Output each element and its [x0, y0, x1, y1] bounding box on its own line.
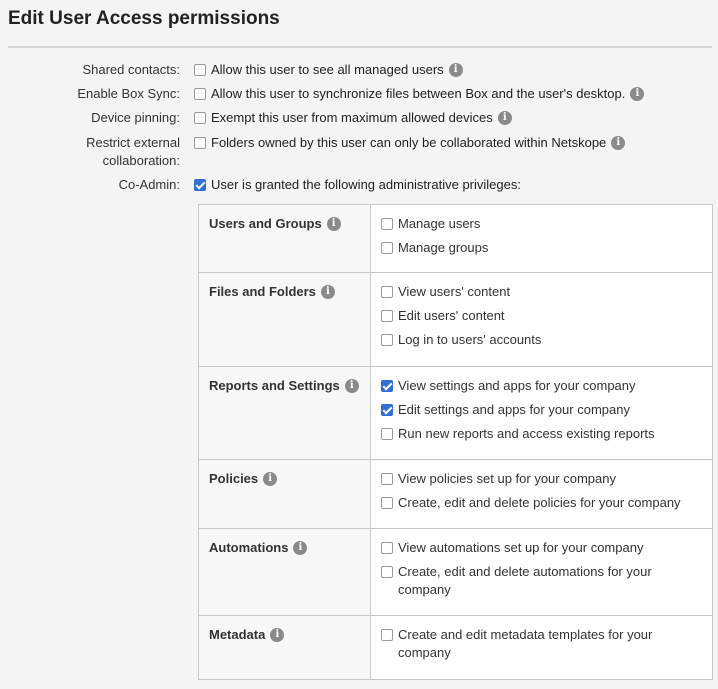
restrict-collab-label-line2: collaboration:: [102, 153, 180, 168]
view-automations-checkbox[interactable]: [381, 542, 393, 554]
login-users-accounts-checkbox[interactable]: [381, 334, 393, 346]
privilege-option: Run new reports and access existing repo…: [381, 425, 702, 443]
restrict-collab-control: Folders owned by this user can only be c…: [194, 134, 714, 152]
option-label: Manage groups: [398, 240, 489, 255]
option-label: Edit settings and apps for your company: [398, 402, 630, 417]
option-label: Manage users: [398, 216, 481, 231]
info-icon[interactable]: i: [448, 63, 463, 77]
device-pinning-checkbox[interactable]: [194, 112, 206, 124]
box-sync-label: Enable Box Sync:: [77, 86, 180, 101]
privilege-row-policies: Policies i View policies set up for your…: [198, 459, 713, 529]
manage-automations-checkbox[interactable]: [381, 566, 393, 578]
privilege-option: Create, edit and delete automations for …: [381, 563, 702, 599]
manage-users-checkbox[interactable]: [381, 218, 393, 230]
box-sync-text: Allow this user to synchronize files bet…: [211, 86, 626, 101]
restrict-collab-label: Restrict external collaboration:: [0, 134, 180, 170]
shared-contacts-checkbox[interactable]: [194, 64, 206, 76]
privilege-option: Edit settings and apps for your company: [381, 401, 702, 419]
info-icon[interactable]: i: [344, 379, 359, 393]
device-pinning-control: Exempt this user from maximum allowed de…: [194, 109, 714, 127]
metadata-title: Metadata: [209, 627, 266, 642]
info-icon[interactable]: i: [263, 472, 278, 486]
privilege-options-cell: View policies set up for your company Cr…: [370, 459, 713, 529]
device-pinning-text: Exempt this user from maximum allowed de…: [211, 110, 493, 125]
privilege-option: Manage groups: [381, 239, 702, 257]
option-label: Create and edit metadata templates for y…: [398, 627, 653, 660]
reports-settings-title: Reports and Settings: [209, 378, 340, 393]
privilege-option: Edit users' content: [381, 307, 702, 325]
privilege-option: View users' content: [381, 283, 702, 301]
edit-settings-checkbox[interactable]: [381, 404, 393, 416]
shared-contacts-control: Allow this user to see all managed users…: [194, 61, 714, 79]
files-folders-title: Files and Folders: [209, 284, 316, 299]
privilege-row-reports-settings: Reports and Settings i View settings and…: [198, 366, 713, 460]
manage-policies-checkbox[interactable]: [381, 497, 393, 509]
edit-users-content-checkbox[interactable]: [381, 310, 393, 322]
privilege-row-automations: Automations i View automations set up fo…: [198, 528, 713, 616]
option-label: View settings and apps for your company: [398, 378, 636, 393]
privilege-option: Create, edit and delete policies for you…: [381, 494, 702, 512]
option-label: Create, edit and delete policies for you…: [398, 495, 681, 510]
privilege-option: View automations set up for your company: [381, 539, 702, 557]
metadata-templates-checkbox[interactable]: [381, 629, 393, 641]
run-reports-checkbox[interactable]: [381, 428, 393, 440]
restrict-collab-text: Folders owned by this user can only be c…: [211, 135, 607, 150]
privilege-category-cell: Automations i: [198, 528, 371, 616]
shared-contacts-text: Allow this user to see all managed users: [211, 62, 444, 77]
co-admin-text: User is granted the following administra…: [211, 177, 521, 192]
privilege-options-cell: View settings and apps for your company …: [370, 366, 713, 460]
policies-title: Policies: [209, 471, 259, 486]
title-divider: [8, 46, 712, 48]
option-label: View users' content: [398, 284, 511, 299]
privilege-row-files-folders: Files and Folders i View users' content …: [198, 272, 713, 367]
option-label: Log in to users' accounts: [398, 332, 542, 347]
privilege-options-cell: View automations set up for your company…: [370, 528, 713, 616]
permissions-page: Edit User Access permissions Shared cont…: [0, 0, 718, 689]
privilege-category-cell: Policies i: [198, 459, 371, 529]
box-sync-checkbox[interactable]: [194, 88, 206, 100]
automations-title: Automations: [209, 540, 289, 555]
co-admin-label: Co-Admin:: [118, 177, 180, 192]
privilege-row-metadata: Metadata i Create and edit metadata temp…: [198, 615, 713, 680]
option-label: View automations set up for your company: [398, 540, 644, 555]
view-policies-checkbox[interactable]: [381, 473, 393, 485]
privilege-options-cell: View users' content Edit users' content …: [370, 272, 713, 367]
info-icon[interactable]: i: [611, 136, 626, 150]
shared-contacts-label: Shared contacts:: [82, 62, 180, 77]
privilege-option: Log in to users' accounts: [381, 331, 702, 349]
info-icon[interactable]: i: [270, 628, 285, 642]
co-admin-checkbox[interactable]: [194, 179, 206, 191]
privilege-row-users-groups: Users and Groups i Manage users Manage g…: [198, 204, 713, 273]
privilege-option: View settings and apps for your company: [381, 377, 702, 395]
option-label: Create, edit and delete automations for …: [398, 564, 652, 597]
option-label: Edit users' content: [398, 308, 505, 323]
co-admin-control: User is granted the following administra…: [194, 176, 714, 194]
view-users-content-checkbox[interactable]: [381, 286, 393, 298]
manage-groups-checkbox[interactable]: [381, 242, 393, 254]
privilege-category-cell: Users and Groups i: [198, 204, 371, 273]
restrict-collab-checkbox[interactable]: [194, 137, 206, 149]
info-icon[interactable]: i: [326, 217, 341, 231]
privilege-category-cell: Metadata i: [198, 615, 371, 680]
privileges-table: Users and Groups i Manage users Manage g…: [198, 204, 713, 680]
info-icon[interactable]: i: [630, 87, 645, 101]
privilege-options-cell: Manage users Manage groups: [370, 204, 713, 273]
option-label: Run new reports and access existing repo…: [398, 426, 655, 441]
box-sync-control: Allow this user to synchronize files bet…: [194, 85, 714, 103]
privilege-option: Manage users: [381, 215, 702, 233]
privilege-category-cell: Reports and Settings i: [198, 366, 371, 460]
view-settings-checkbox[interactable]: [381, 380, 393, 392]
info-icon[interactable]: i: [497, 111, 512, 125]
info-icon[interactable]: i: [293, 541, 308, 555]
privilege-option: View policies set up for your company: [381, 470, 702, 488]
privilege-option: Create and edit metadata templates for y…: [381, 626, 702, 662]
users-groups-title: Users and Groups: [209, 216, 322, 231]
info-icon[interactable]: i: [320, 285, 335, 299]
restrict-collab-label-line1: Restrict external: [86, 135, 180, 150]
option-label: View policies set up for your company: [398, 471, 616, 486]
privilege-options-cell: Create and edit metadata templates for y…: [370, 615, 713, 680]
device-pinning-label: Device pinning:: [91, 110, 180, 125]
page-title: Edit User Access permissions: [8, 8, 280, 29]
privilege-category-cell: Files and Folders i: [198, 272, 371, 367]
